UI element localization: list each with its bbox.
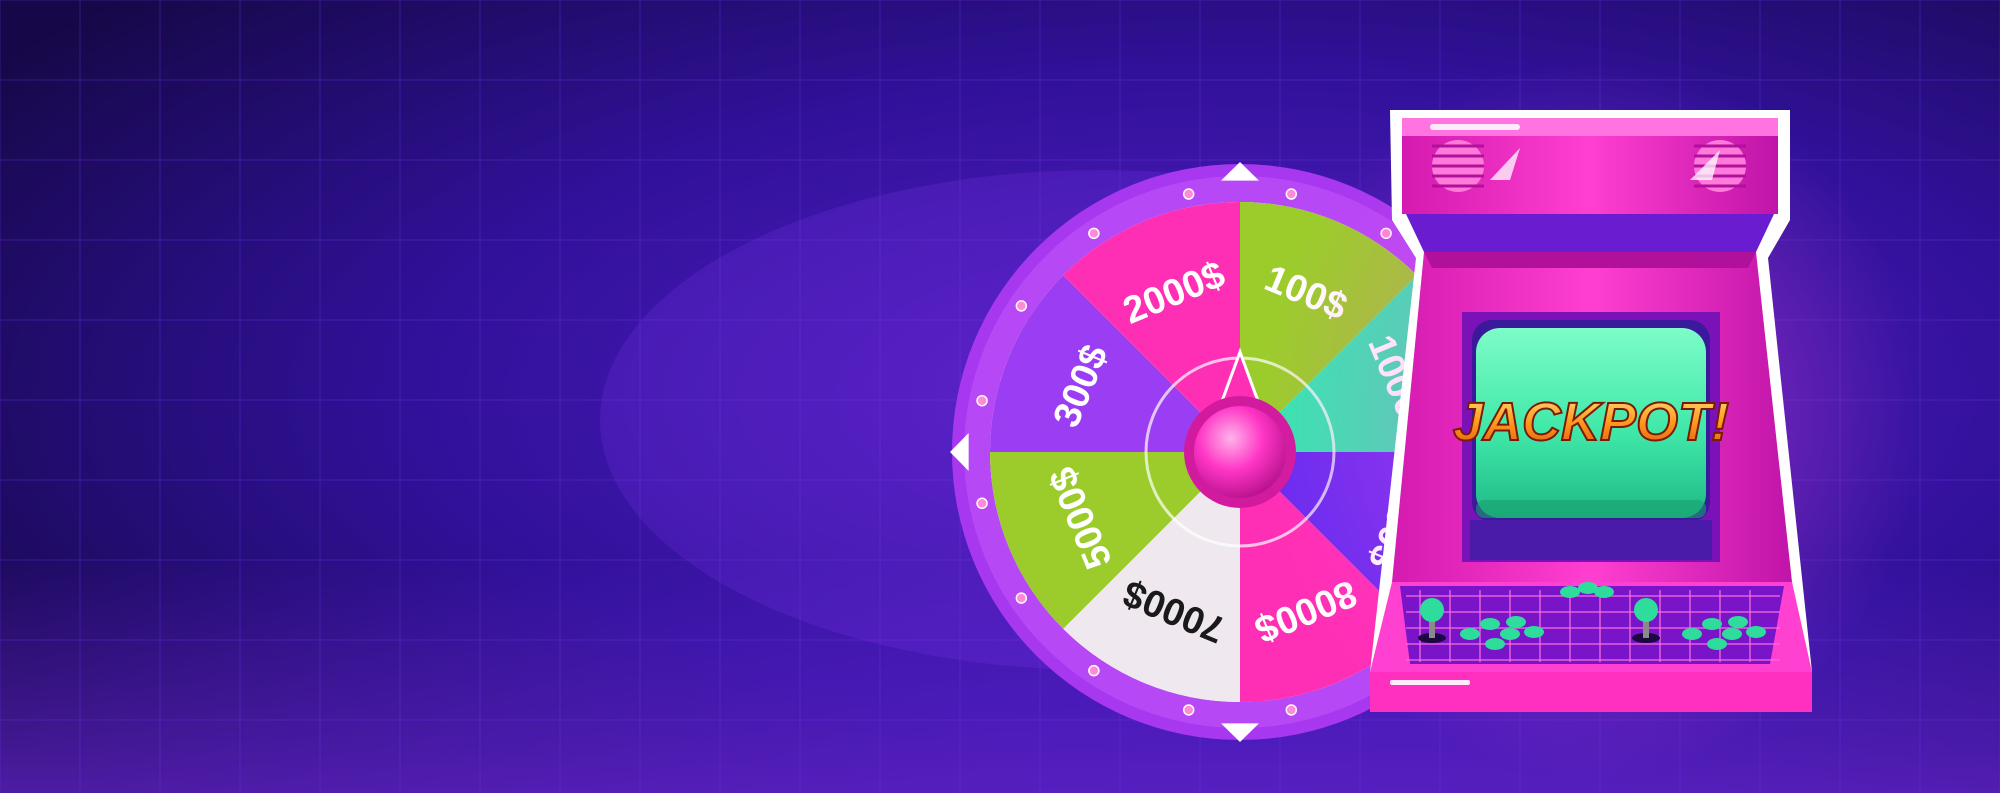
arcade-button <box>1746 626 1766 638</box>
jackpot-text: JACKPOT! <box>1453 392 1729 452</box>
cabinet-base <box>1370 672 1812 712</box>
promo-banner: 100$1000$4000$8000$7000$5000$300$2000$ J… <box>0 0 2000 793</box>
rim-peg <box>1182 188 1195 200</box>
rim-peg <box>1088 227 1100 240</box>
arcade-button <box>1480 618 1500 630</box>
arcade-button <box>1524 626 1544 638</box>
arcade-button <box>1728 616 1748 628</box>
arcade-button <box>1578 582 1598 594</box>
arcade-button <box>1722 628 1742 640</box>
arcade-button <box>1500 628 1520 640</box>
arcade-button <box>1460 628 1480 640</box>
arcade-button <box>1506 616 1526 628</box>
rim-peg <box>1182 704 1195 716</box>
arcade-button <box>1707 638 1727 650</box>
rim-peg <box>1015 592 1028 604</box>
arcade-button <box>1560 586 1580 598</box>
rim-peg <box>1015 300 1028 312</box>
arcade-button <box>1682 628 1702 640</box>
rim-peg <box>1088 664 1100 677</box>
arcade-button <box>1702 618 1722 630</box>
banner-canvas: 100$1000$4000$8000$7000$5000$300$2000$ J… <box>0 0 2000 793</box>
arcade-cabinet: JACKPOT! <box>1260 60 1920 780</box>
rim-peg <box>1285 704 1298 716</box>
rim-peg <box>976 394 988 407</box>
rim-peg <box>976 497 988 510</box>
arcade-button <box>1485 638 1505 650</box>
rim-peg <box>1285 188 1298 200</box>
